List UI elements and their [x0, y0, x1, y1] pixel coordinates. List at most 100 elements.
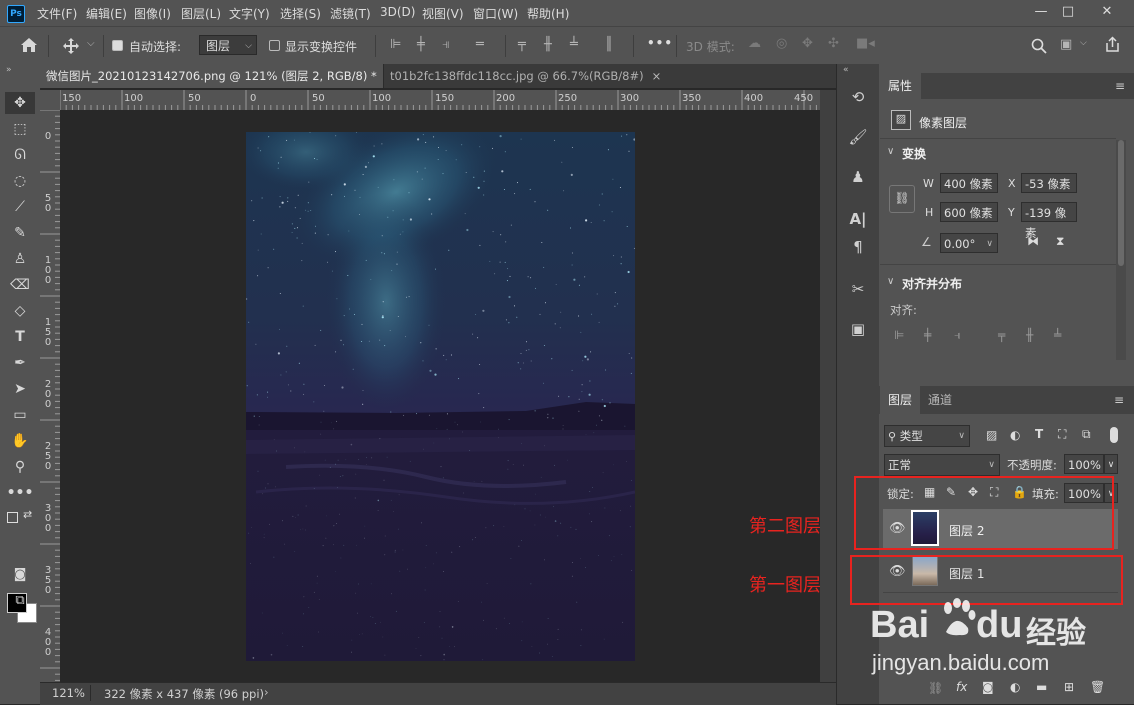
distribute-h-icon[interactable]: ═ — [476, 37, 484, 52]
show-transform-checkbox[interactable] — [269, 40, 280, 51]
align-top-icon[interactable]: ╤ — [998, 328, 1005, 342]
edit-toolbar-icon[interactable]: ••• — [0, 482, 40, 504]
tab-document-2[interactable]: t01b2fc138ffdc118cc.jpg @ 66.7%(RGB/8#) … — [383, 64, 661, 88]
chevron-down-icon[interactable]: ∨ — [887, 276, 894, 287]
stamp-tool-icon[interactable]: ♙ — [0, 248, 40, 270]
chevron-down-icon[interactable]: ⌵ — [1080, 38, 1087, 48]
zoom-level[interactable]: 121% — [52, 686, 85, 700]
3d-roll-icon[interactable]: ◎ — [776, 36, 787, 51]
3d-slide-icon[interactable]: ✣ — [828, 36, 839, 51]
x-position-field[interactable]: -53 像素 — [1021, 173, 1077, 193]
align-top-icon[interactable]: ╤ — [518, 37, 526, 52]
filter-adjustment-icon[interactable]: ◐ — [1010, 428, 1020, 442]
search-icon[interactable] — [1031, 38, 1047, 54]
move-tool-icon[interactable]: ✥ — [5, 92, 35, 114]
vertical-scrollbar[interactable] — [820, 90, 836, 682]
height-field[interactable]: 600 像素 — [940, 202, 998, 222]
delete-layer-icon[interactable]: 🗑 — [1090, 680, 1105, 694]
adjustment-layer-icon[interactable]: ◐ — [1010, 680, 1020, 694]
filter-shape-icon[interactable]: ⛶ — [1058, 427, 1066, 442]
tool-presets-icon[interactable]: ✂ — [844, 276, 872, 302]
opacity-dropdown[interactable]: ∨ — [1104, 454, 1118, 474]
horizontal-ruler[interactable]: 150 100 50 0 50 100 150 200 250 300 350 … — [60, 90, 820, 111]
width-field[interactable]: 400 像素 — [940, 173, 998, 193]
new-group-icon[interactable]: ▬ — [1036, 680, 1047, 694]
collapse-icon[interactable]: « — [843, 65, 849, 75]
screen-mode-icon[interactable]: ⧉ — [0, 590, 40, 612]
menu-window[interactable]: 窗口(W) — [473, 5, 518, 22]
marquee-tool-icon[interactable]: ⬚ — [0, 118, 40, 140]
auto-select-checkbox[interactable] — [112, 40, 123, 51]
align-center-h-icon[interactable]: ╪ — [417, 37, 425, 52]
default-colors-icon[interactable] — [7, 512, 18, 523]
3d-scale-icon[interactable]: ■◂ — [856, 36, 875, 51]
menu-edit[interactable]: 编辑(E) — [86, 5, 127, 22]
align-right-icon[interactable]: ⫣ — [954, 328, 961, 343]
paint-bucket-tool-icon[interactable]: ◇ — [0, 300, 40, 322]
history-panel-icon[interactable]: ⟲ — [844, 84, 872, 110]
menu-help[interactable]: 帮助(H) — [527, 5, 569, 22]
type-tool-icon[interactable]: T — [0, 326, 40, 348]
link-layers-icon[interactable]: ⛓ — [928, 681, 943, 695]
new-layer-icon[interactable]: ⊞ — [1064, 680, 1074, 694]
distribute-v-icon[interactable]: ║ — [605, 37, 613, 52]
status-menu-arrow[interactable]: › — [264, 685, 269, 699]
hand-tool-icon[interactable]: ✋ — [0, 430, 40, 452]
clone-source-icon[interactable]: ♟ — [844, 164, 872, 190]
home-icon[interactable] — [20, 37, 38, 53]
flip-horizontal-icon[interactable]: ⧓ — [1027, 234, 1039, 248]
scroll-thumb[interactable] — [1118, 140, 1124, 266]
paragraph-panel-icon[interactable]: ¶ — [844, 234, 872, 260]
quick-select-tool-icon[interactable]: ◌ — [0, 170, 40, 192]
align-right-icon[interactable]: ⫣ — [442, 37, 450, 52]
move-tool-icon[interactable] — [62, 37, 80, 55]
align-center-h-icon[interactable]: ╪ — [924, 328, 931, 342]
add-mask-icon[interactable]: ◙ — [982, 680, 994, 694]
vertical-ruler[interactable]: 050100150200250300350400450 — [40, 110, 61, 682]
filter-pixel-icon[interactable]: ▨ — [986, 428, 997, 442]
swap-colors-icon[interactable]: ⇄ — [23, 508, 32, 521]
tab-layers[interactable]: 图层 — [880, 386, 920, 414]
panel-menu-icon[interactable]: ≡ — [1114, 393, 1124, 407]
3d-pan-icon[interactable]: ✥ — [802, 36, 813, 51]
eraser-tool-icon[interactable]: ⌫ — [0, 274, 40, 296]
brush-settings-icon[interactable]: 🖌 — [844, 124, 872, 150]
align-middle-icon[interactable]: ╫ — [1026, 328, 1033, 342]
rectangle-tool-icon[interactable]: ▭ — [0, 404, 40, 426]
starry-night-photo[interactable] — [246, 132, 635, 661]
chevron-down-icon[interactable]: ⌵ — [87, 38, 95, 49]
brush-tool-icon[interactable]: ✎ — [0, 222, 40, 244]
navigator-panel-icon[interactable]: ▣ — [844, 316, 872, 342]
chevron-down-icon[interactable]: ∨ — [887, 146, 894, 157]
angle-field[interactable]: 0.00° ∨ — [940, 233, 998, 253]
3d-orbit-icon[interactable]: ☁ — [748, 36, 761, 51]
y-position-field[interactable]: -139 像素 — [1021, 202, 1077, 240]
flip-vertical-icon[interactable]: ⧗ — [1056, 234, 1064, 249]
align-bottom-icon[interactable]: ╧ — [570, 37, 578, 52]
layer-style-icon[interactable]: fx — [956, 680, 967, 694]
align-middle-icon[interactable]: ╫ — [544, 37, 552, 52]
link-icon[interactable]: ⛓ — [889, 185, 915, 213]
restore-button[interactable]: □ — [1051, 0, 1085, 26]
filter-toggle[interactable] — [1110, 427, 1118, 443]
align-bottom-icon[interactable]: ╧ — [1054, 328, 1061, 342]
menu-filter[interactable]: 滤镜(T) — [330, 5, 371, 22]
opacity-field[interactable]: 100% — [1064, 454, 1104, 474]
workspace-icon[interactable]: ▣ — [1060, 37, 1072, 52]
menu-layer[interactable]: 图层(L) — [181, 5, 221, 22]
tab-close-icon[interactable]: × — [652, 64, 662, 88]
tab-properties[interactable]: 属性 — [879, 73, 921, 99]
tab-document-1[interactable]: 微信图片_20210123142706.png @ 121% (图层 2, RG… — [40, 64, 394, 88]
menu-type[interactable]: 文字(Y) — [229, 5, 270, 22]
blend-mode-dropdown[interactable]: 正常 ∨ — [884, 454, 1000, 476]
lasso-tool-icon[interactable]: ᘏ — [0, 144, 40, 166]
close-window-button[interactable]: ✕ — [1087, 0, 1127, 26]
panel-menu-icon[interactable]: ≡ — [1115, 79, 1125, 93]
zoom-tool-icon[interactable]: ⚲ — [0, 456, 40, 478]
menu-image[interactable]: 图像(I) — [134, 5, 171, 22]
tab-channels[interactable]: 通道 — [922, 386, 958, 414]
layer-filter-dropdown[interactable]: ⚲ 类型 ∨ — [884, 425, 970, 447]
properties-scrollbar[interactable] — [1116, 140, 1126, 360]
eyedropper-tool-icon[interactable]: ⟋ — [0, 196, 40, 218]
auto-select-target-dropdown[interactable]: 图层 ⌵ — [199, 35, 257, 55]
